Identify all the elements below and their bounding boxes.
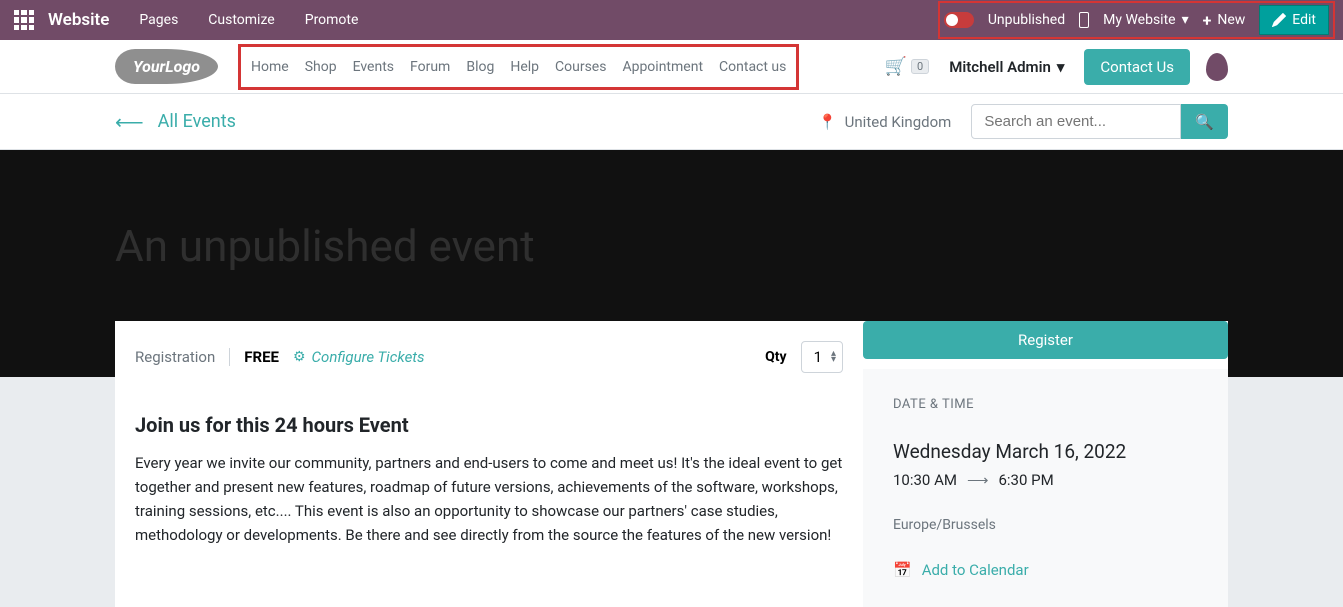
nav-blog[interactable]: Blog — [466, 59, 494, 75]
search-input[interactable] — [971, 104, 1181, 139]
nav-events[interactable]: Events — [353, 59, 394, 75]
admin-link-customize[interactable]: Customize — [208, 12, 274, 28]
location[interactable]: 📍 United Kingdom — [818, 113, 951, 131]
logo[interactable]: YourLogo — [115, 49, 218, 84]
info-date: Wednesday March 16, 2022 — [893, 440, 1198, 463]
header-right: 🛒 0 Mitchell Admin ▾ Contact Us — [885, 49, 1228, 85]
qty-select[interactable]: 1 ▴▾ — [801, 341, 843, 373]
search-wrap: 🔍 — [971, 104, 1228, 139]
nav-home[interactable]: Home — [251, 59, 289, 75]
register-button[interactable]: Register — [863, 321, 1228, 359]
site-header: YourLogo Home Shop Events Forum Blog Hel… — [0, 40, 1343, 94]
gear-icon: ⚙ — [293, 349, 306, 365]
apps-icon[interactable] — [14, 10, 34, 30]
hero-title: An unpublished event — [115, 150, 1228, 272]
user-menu[interactable]: Mitchell Admin ▾ — [949, 58, 1064, 76]
pin-icon: 📍 — [818, 113, 837, 131]
description-block: Join us for this 24 hours Event Every ye… — [135, 413, 843, 547]
nav-forum[interactable]: Forum — [410, 59, 450, 75]
configure-label: Configure Tickets — [312, 348, 425, 366]
admin-app-title[interactable]: Website — [48, 10, 109, 30]
mobile-icon — [1079, 12, 1089, 28]
search-icon: 🔍 — [1195, 114, 1214, 131]
nav-contact[interactable]: Contact us — [719, 59, 786, 75]
timezone: Europe/Brussels — [893, 517, 1198, 533]
add-to-calendar-link[interactable]: 📅 Add to Calendar — [893, 561, 1198, 579]
admin-link-promote[interactable]: Promote — [305, 12, 359, 28]
back-link[interactable]: ⟵ All Events — [115, 110, 236, 134]
back-label: All Events — [158, 111, 236, 132]
description-title: Join us for this 24 hours Event — [135, 413, 843, 437]
start-time: 10:30 AM — [893, 471, 957, 489]
crumb-right: 📍 United Kingdom 🔍 — [818, 104, 1228, 139]
admin-link-pages[interactable]: Pages — [139, 12, 178, 28]
qty-value: 1 — [814, 348, 822, 366]
publish-toggle[interactable] — [944, 12, 974, 28]
site-switcher[interactable]: My Website ▾ — [1103, 12, 1188, 28]
price-label: FREE — [244, 348, 279, 366]
qty-label: Qty — [765, 349, 786, 365]
side-column: Register DATE & TIME Wednesday March 16,… — [863, 321, 1228, 607]
arrow-right-icon: ⟶ — [967, 471, 989, 489]
pencil-icon — [1272, 13, 1286, 27]
cart-icon: 🛒 — [885, 56, 907, 77]
edit-label: Edit — [1292, 12, 1316, 28]
location-text: United Kingdom — [845, 113, 952, 131]
new-button[interactable]: New — [1203, 11, 1246, 30]
odoo-drop-icon[interactable] — [1206, 53, 1228, 81]
cart-count: 0 — [911, 59, 929, 74]
content: Registration FREE ⚙ Configure Tickets Qt… — [0, 321, 1343, 607]
info-box: DATE & TIME Wednesday March 16, 2022 10:… — [863, 369, 1228, 607]
description-body: Every year we invite our community, part… — [135, 451, 843, 547]
site-nav: Home Shop Events Forum Blog Help Courses… — [238, 44, 799, 90]
main-column: Registration FREE ⚙ Configure Tickets Qt… — [115, 321, 863, 607]
admin-left: Website Pages Customize Promote — [8, 10, 388, 30]
crumb-bar: ⟵ All Events 📍 United Kingdom 🔍 — [0, 94, 1343, 150]
cart-button[interactable]: 🛒 0 — [885, 56, 930, 77]
admin-bar: Website Pages Customize Promote Unpublis… — [0, 0, 1343, 40]
chevron-down-icon: ▾ — [1057, 58, 1065, 76]
admin-right: Unpublished My Website ▾ New Edit — [938, 1, 1335, 39]
user-name: Mitchell Admin — [949, 58, 1051, 76]
end-time: 6:30 PM — [998, 471, 1053, 489]
nav-appointment[interactable]: Appointment — [622, 59, 703, 75]
search-button[interactable]: 🔍 — [1181, 104, 1228, 139]
chevron-down-icon: ▾ — [1182, 12, 1189, 28]
configure-tickets-link[interactable]: ⚙ Configure Tickets — [293, 348, 425, 366]
contact-button[interactable]: Contact Us — [1084, 49, 1190, 85]
new-label: New — [1217, 12, 1245, 28]
nav-shop[interactable]: Shop — [305, 59, 337, 75]
info-heading: DATE & TIME — [893, 397, 1198, 412]
edit-button[interactable]: Edit — [1259, 5, 1329, 35]
stepper-icon: ▴▾ — [831, 351, 836, 363]
mobile-preview-button[interactable] — [1079, 12, 1089, 28]
nav-help[interactable]: Help — [510, 59, 539, 75]
arrow-left-icon: ⟵ — [115, 110, 144, 134]
info-time: 10:30 AM ⟶ 6:30 PM — [893, 471, 1198, 489]
calendar-icon: 📅 — [893, 561, 912, 579]
site-switcher-label: My Website — [1103, 12, 1175, 28]
nav-courses[interactable]: Courses — [555, 59, 606, 75]
registration-row: Registration FREE ⚙ Configure Tickets Qt… — [135, 341, 843, 373]
calendar-label: Add to Calendar — [922, 561, 1029, 579]
plus-icon — [1203, 11, 1212, 30]
publish-status: Unpublished — [988, 12, 1065, 28]
registration-label: Registration — [135, 348, 230, 366]
